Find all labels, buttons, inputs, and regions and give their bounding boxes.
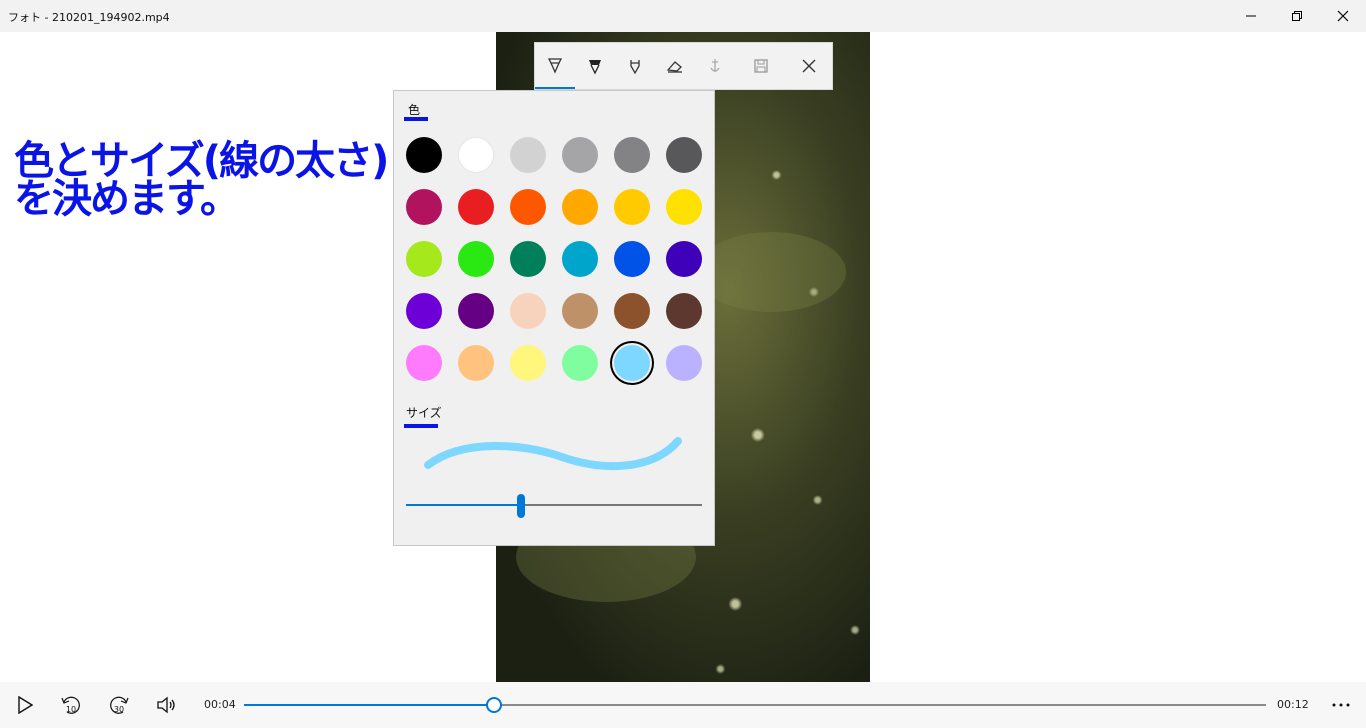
color-swatch[interactable] [666, 137, 702, 173]
photos-app-window: フォト - 210201_194902.mp4 色とサイズ(線の太さ) を決めま… [0, 0, 1366, 728]
color-swatch[interactable] [406, 241, 442, 277]
size-slider-fill [406, 504, 522, 506]
instruction-annotation: 色とサイズ(線の太さ) を決めます。 [14, 138, 389, 222]
size-slider-thumb[interactable] [517, 494, 526, 518]
minimize-button[interactable] [1228, 0, 1274, 32]
color-swatch[interactable] [510, 137, 546, 173]
ink-toolbar [534, 42, 833, 90]
color-swatch[interactable] [510, 189, 546, 225]
color-size-flyout: 色 サイズ [393, 90, 715, 546]
color-swatch[interactable] [666, 293, 702, 329]
color-swatch[interactable] [406, 293, 442, 329]
stroke-preview [424, 437, 682, 471]
close-icon [1337, 10, 1349, 22]
save-tool[interactable] [741, 43, 781, 89]
window-title: フォト - 210201_194902.mp4 [8, 11, 170, 24]
touch-writing-tool[interactable] [695, 43, 735, 89]
skip-forward-button[interactable]: 30 [96, 682, 142, 728]
seek-bar-thumb[interactable] [486, 697, 503, 713]
close-window-button[interactable] [1320, 0, 1366, 32]
title-bar: フォト - 210201_194902.mp4 [0, 0, 1366, 32]
close-icon [802, 59, 816, 73]
color-swatch[interactable] [614, 293, 650, 329]
color-swatch[interactable] [614, 241, 650, 277]
playback-controls: 10 30 00:04 00:12 [0, 682, 1366, 728]
volume-icon [157, 696, 175, 714]
pencil-tool[interactable] [575, 43, 615, 89]
ballpoint-pen-icon [547, 58, 563, 74]
color-swatch[interactable] [510, 241, 546, 277]
color-swatch[interactable] [614, 137, 650, 173]
color-label-highlight [404, 117, 428, 121]
play-icon [18, 696, 33, 714]
pencil-icon [589, 60, 601, 75]
total-time: 00:12 [1277, 698, 1309, 711]
color-swatch[interactable] [666, 345, 702, 381]
color-swatch[interactable] [614, 345, 650, 381]
color-swatch[interactable] [406, 345, 442, 381]
minimize-icon [1246, 15, 1256, 17]
skip-back-button[interactable]: 10 [48, 682, 94, 728]
color-swatch[interactable] [458, 241, 494, 277]
color-swatch[interactable] [510, 293, 546, 329]
close-ink-toolbar-button[interactable] [789, 43, 829, 89]
more-icon [1332, 703, 1350, 707]
volume-button[interactable] [144, 682, 190, 728]
color-swatch[interactable] [562, 241, 598, 277]
restore-button[interactable] [1274, 0, 1320, 32]
color-swatch[interactable] [614, 189, 650, 225]
color-section-label: 色 [408, 103, 421, 117]
color-swatch[interactable] [458, 189, 494, 225]
skip-back-label: 10 [66, 705, 76, 714]
skip-forward-icon: 30 [110, 696, 129, 714]
skip-forward-label: 30 [114, 705, 124, 714]
color-swatch[interactable] [406, 189, 442, 225]
color-swatch[interactable] [666, 189, 702, 225]
current-time: 00:04 [204, 698, 236, 711]
color-swatch[interactable] [458, 345, 494, 381]
play-button[interactable] [2, 682, 48, 728]
save-icon [754, 59, 768, 73]
skip-back-icon: 10 [61, 696, 80, 714]
size-label-highlight [404, 424, 438, 428]
ballpoint-pen-tool[interactable] [535, 43, 575, 89]
eraser-tool[interactable] [655, 43, 695, 89]
annotation-line-2: を決めます。 [14, 176, 240, 222]
color-swatch[interactable] [458, 293, 494, 329]
color-swatch[interactable] [510, 345, 546, 381]
eraser-icon [666, 61, 682, 73]
restore-icon [1292, 11, 1302, 21]
color-swatch[interactable] [562, 345, 598, 381]
color-swatch[interactable] [458, 137, 494, 173]
more-options-button[interactable] [1318, 682, 1364, 728]
foliage-blur [696, 232, 846, 312]
color-swatch[interactable] [562, 189, 598, 225]
color-swatch[interactable] [406, 137, 442, 173]
calligraphy-pen-tool[interactable] [615, 43, 655, 89]
color-swatch[interactable] [666, 241, 702, 277]
color-swatch[interactable] [562, 293, 598, 329]
touch-writing-icon [710, 59, 720, 72]
seek-bar-progress [244, 704, 495, 706]
calligraphy-pen-icon [630, 60, 640, 75]
color-swatch[interactable] [562, 137, 598, 173]
annotation-line-1: 色とサイズ(線の太さ) [14, 138, 389, 184]
size-section-label: サイズ [406, 406, 442, 420]
